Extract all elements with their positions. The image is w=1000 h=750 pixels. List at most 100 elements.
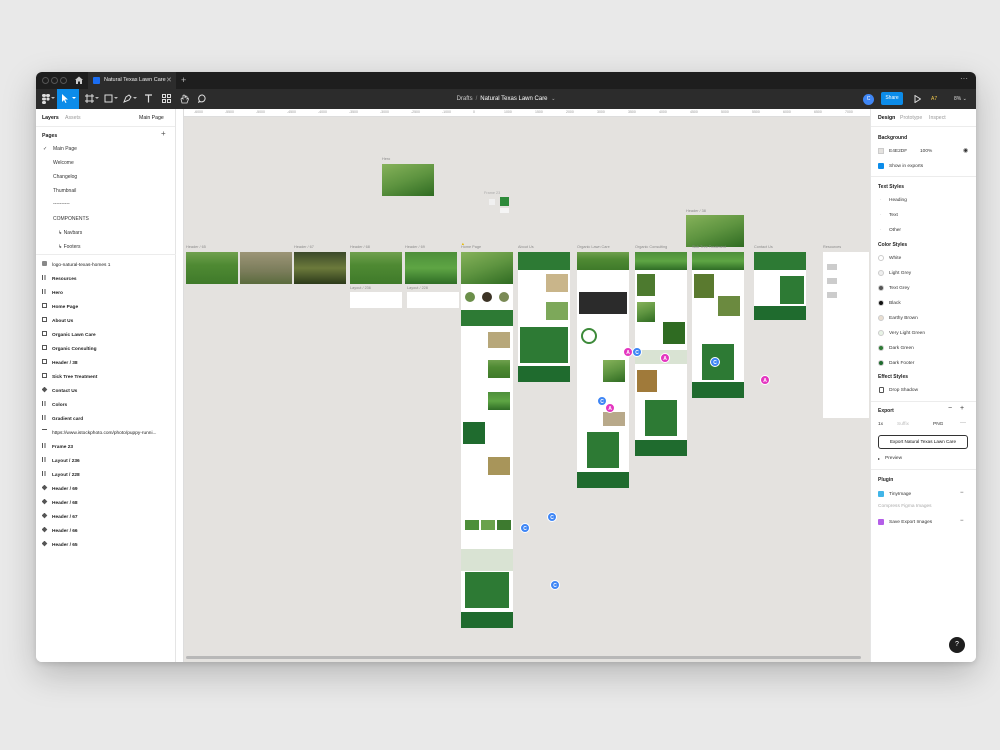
add-page-icon[interactable]: + (161, 129, 166, 138)
comment-badge-c[interactable]: C (632, 347, 642, 357)
color-style-earthy-brown[interactable]: Earthy Brown (889, 316, 918, 321)
layer-item[interactable]: Sick Tree Treatment (42, 373, 172, 383)
frame-hero[interactable] (382, 164, 434, 196)
checkbox-show-in-exports[interactable] (878, 163, 884, 169)
background-opacity-input[interactable]: 100% (920, 149, 932, 154)
layer-item[interactable]: Header / 66 (42, 527, 172, 537)
layer-item[interactable]: Colors (42, 401, 172, 411)
effect-style-drop-shadow[interactable]: Drop Shadow (889, 388, 918, 393)
layer-item[interactable]: Resources (42, 275, 172, 285)
comment-badge-c[interactable]: C (547, 512, 557, 522)
chevron-down-icon[interactable]: ⌄ (551, 96, 555, 102)
color-style-light-grey[interactable]: Light Grey (889, 271, 911, 276)
text-style-other[interactable]: Other (889, 228, 901, 233)
tab-prototype[interactable]: Prototype (900, 109, 922, 127)
file-tab[interactable]: Natural Texas Lawn Care (88, 72, 176, 89)
zoom-dropdown[interactable]: 8% ⌄ (954, 89, 967, 109)
frame-organic-lawn-care[interactable] (577, 252, 629, 488)
minimize-window-icon[interactable] (51, 77, 58, 84)
current-page-selector[interactable]: Main Page (139, 109, 164, 127)
frame-label-layout236[interactable]: Layout / 236 (350, 286, 371, 290)
tab-inspect[interactable]: Inspect (929, 109, 946, 127)
background-swatch[interactable] (878, 148, 884, 154)
export-options-icon[interactable]: ··· (960, 420, 966, 426)
layer-item[interactable]: About Us (42, 317, 172, 327)
frame-label-sick-tree[interactable]: Sick Tree Treatment (692, 245, 726, 249)
page-item-components[interactable]: COMPONENTS (53, 216, 89, 222)
page-item-divider[interactable]: ---------- (53, 201, 70, 207)
more-options-icon[interactable]: ··· (960, 72, 968, 86)
page-item-main[interactable]: Main Page (53, 146, 77, 152)
frame-home-page[interactable] (461, 252, 513, 628)
frame-label-resources[interactable]: Resources (823, 245, 841, 249)
frame-label-header68[interactable]: Header / 68 (350, 245, 370, 249)
frame-layout236[interactable] (350, 292, 402, 308)
frame-sick-tree-treatment[interactable] (692, 252, 744, 398)
export-format-select[interactable]: PNG (933, 422, 943, 427)
page-item-changelog[interactable]: Changelog (53, 174, 77, 180)
plugin-tinyimage[interactable]: TinyImage (889, 492, 911, 497)
export-scale-select[interactable]: 1x (878, 422, 883, 427)
page-item-footers[interactable]: ↳ Footers (58, 244, 81, 250)
share-button[interactable]: Share (881, 92, 903, 105)
audio-button[interactable]: A7 (931, 89, 937, 109)
frame-label-home[interactable]: Home Page (461, 245, 481, 249)
layer-item[interactable]: Organic Lawn Care (42, 331, 172, 341)
tab-layers[interactable]: Layers (42, 109, 59, 127)
frame-label-hero[interactable]: Hero (382, 157, 390, 161)
color-style-very-light-green[interactable]: Very Light Green (889, 331, 925, 336)
preview-toggle[interactable]: Preview (885, 456, 902, 461)
frame-header38[interactable] (686, 215, 744, 247)
frame-frame23[interactable] (500, 197, 509, 206)
frame-header66[interactable] (240, 252, 292, 284)
color-style-white[interactable]: White (889, 256, 901, 261)
frame-label-layout228[interactable]: Layout / 228 (407, 286, 428, 290)
plugin-options-icon[interactable]: − (960, 518, 964, 524)
page-item-welcome[interactable]: Welcome (53, 160, 74, 166)
breadcrumb-drafts[interactable]: Drafts (457, 96, 473, 102)
page-item-navbars[interactable]: ↳ Navbars (58, 230, 82, 236)
frame-label-header69[interactable]: Header / 69 (405, 245, 425, 249)
plugin-options-icon[interactable]: − (960, 490, 964, 496)
design-canvas[interactable]: -6000 -5500 -5000 -4500 -4000 -3500 -3000 -2500… (176, 109, 870, 662)
frame-header68[interactable] (350, 252, 402, 284)
layer-item[interactable]: Home Page (42, 303, 172, 313)
frame-label-header65[interactable]: Header / 65 (186, 245, 206, 249)
frame-label-header67[interactable]: Header / 67 (294, 245, 314, 249)
comment-badge-a[interactable]: A (760, 375, 770, 385)
breadcrumb-file-name[interactable]: Natural Texas Lawn Care (480, 96, 547, 102)
layer-item[interactable]: Header / 38 (42, 359, 172, 369)
color-style-dark-green[interactable]: Dark Green (889, 346, 914, 351)
close-window-icon[interactable] (42, 77, 49, 84)
layer-item[interactable]: Header / 67 (42, 513, 172, 523)
comment-badge-c[interactable]: C (520, 523, 530, 533)
new-tab-icon[interactable]: + (181, 72, 186, 89)
close-tab-icon[interactable]: ✕ (166, 72, 172, 89)
frame-layout228[interactable] (407, 292, 459, 308)
frame-label-frame23[interactable]: Frame 23 (484, 191, 500, 195)
layer-item[interactable]: Header / 68 (42, 499, 172, 509)
layer-item[interactable]: Header / 69 (42, 485, 172, 495)
add-export-icon[interactable]: + (960, 405, 964, 412)
layer-item[interactable]: Layout / 228 (42, 471, 172, 481)
layer-item[interactable]: Header / 65 (42, 541, 172, 551)
layer-item[interactable]: Contact Us (42, 387, 172, 397)
layer-item[interactable]: Gradient card (42, 415, 172, 425)
color-style-dark-footer[interactable]: Dark Footer (889, 361, 914, 366)
page-item-thumbnail[interactable]: Thumbnail (53, 188, 76, 194)
layer-item[interactable]: logo-natural-texas-homes 1 (42, 261, 172, 271)
frame-header69[interactable] (405, 252, 457, 284)
eye-icon[interactable]: ◉ (963, 147, 968, 154)
layer-item[interactable]: Hero (42, 289, 172, 299)
comment-badge-c[interactable]: C (550, 580, 560, 590)
avatar[interactable]: C (863, 94, 874, 105)
background-hex-input[interactable]: E4E2DF (889, 149, 907, 154)
plugin-save-export-images[interactable]: Save Export Images (889, 520, 932, 525)
frame-label-contact[interactable]: Contact Us (754, 245, 773, 249)
text-style-heading[interactable]: Heading (889, 198, 907, 203)
horizontal-scrollbar[interactable] (186, 656, 861, 659)
frame-label-about[interactable]: About Us (518, 245, 534, 249)
layer-item[interactable]: Frame 23 (42, 443, 172, 453)
help-button[interactable]: ? (949, 637, 965, 653)
chevron-right-icon[interactable]: ▸ (878, 456, 880, 461)
